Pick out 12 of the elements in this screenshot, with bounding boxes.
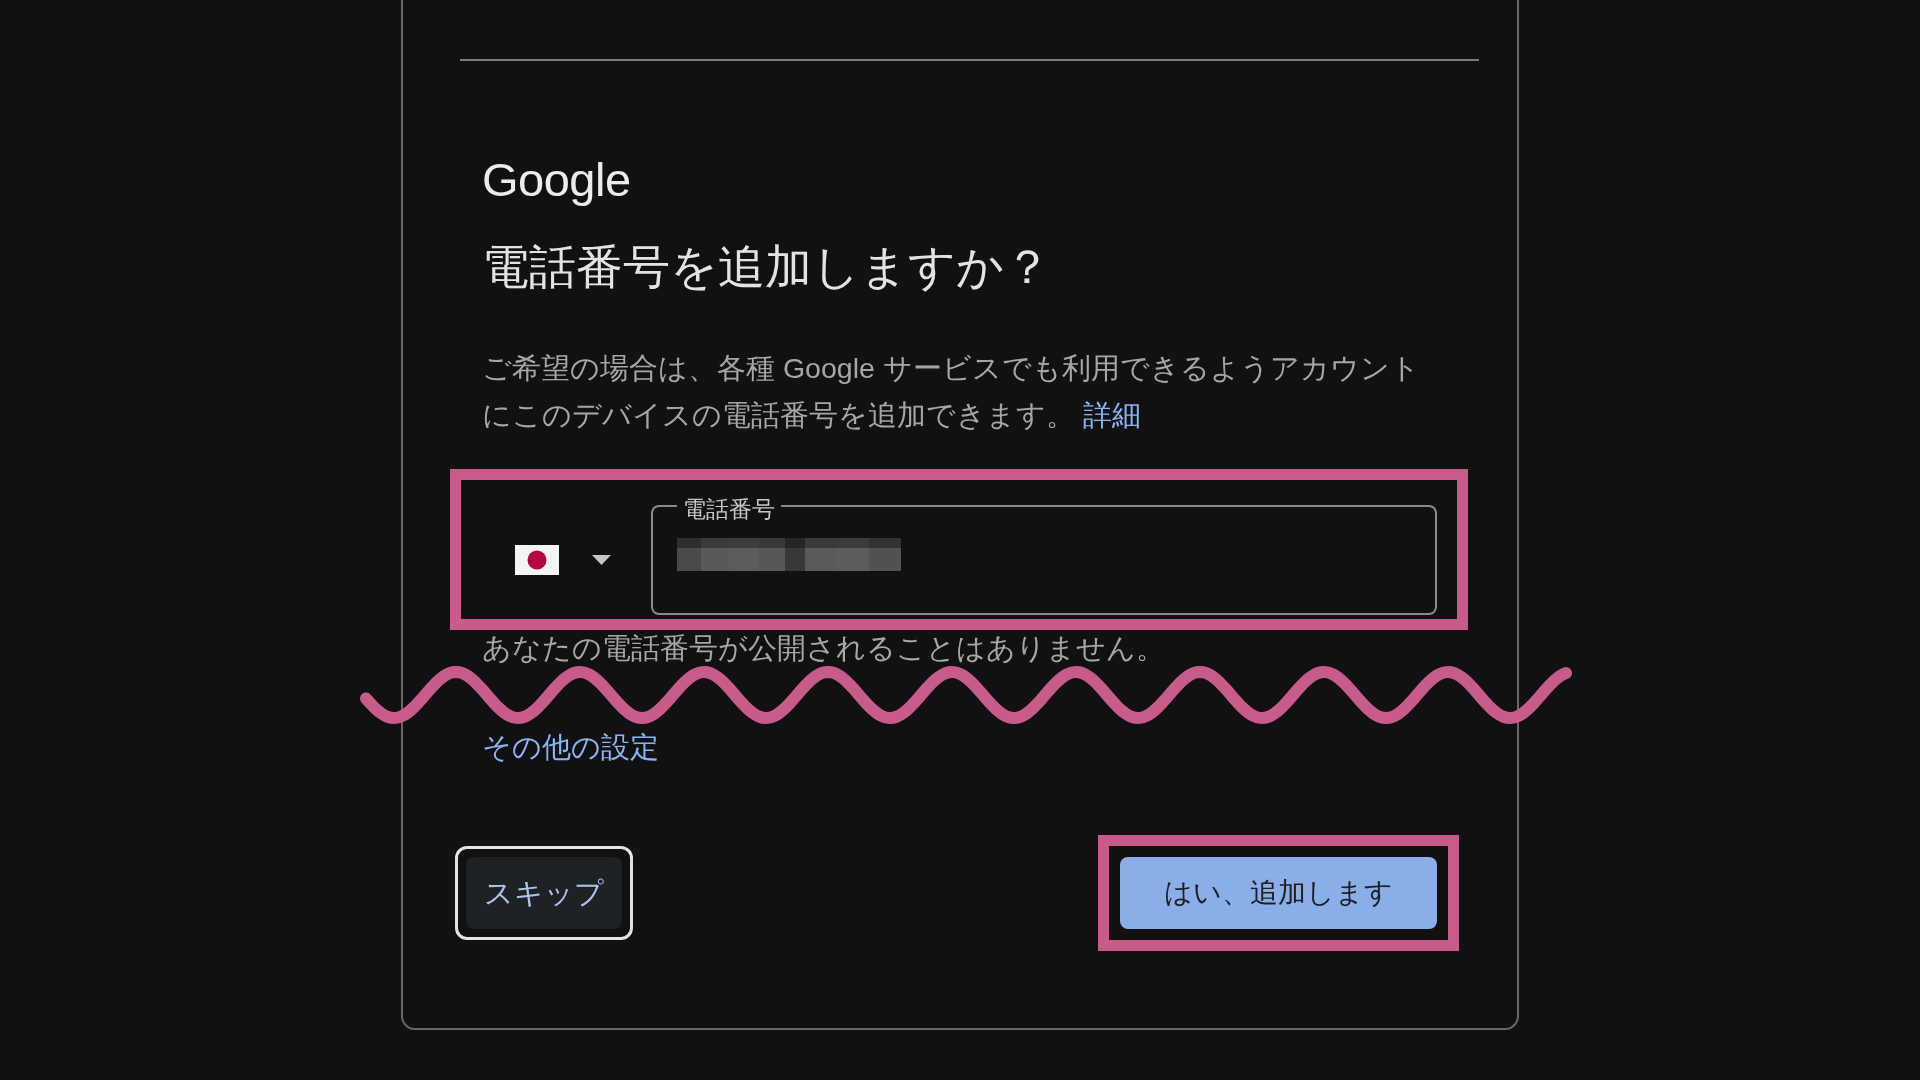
field-label: 電話番号 — [677, 495, 781, 523]
flag-icon — [515, 545, 559, 575]
more-settings-link[interactable]: その他の設定 — [482, 729, 659, 765]
country-select[interactable] — [515, 545, 611, 575]
learn-more-link[interactable]: 詳細 — [1082, 399, 1141, 431]
logo-wordmark: Google — [482, 152, 631, 208]
privacy-hint-text: あなたの電話番号が公開されることはありません。 — [482, 631, 1166, 666]
add-button[interactable]: はい、追加します — [1120, 857, 1437, 929]
dialog-title: 電話番号を追加しますか？ — [482, 239, 1052, 295]
skip-button[interactable]: スキップ — [466, 857, 622, 929]
caret-icon — [592, 555, 611, 565]
description-text: ご希望の場合は、各種 Google サービスでも利用できるようアカウントにこのデバイスの電話番号を追加できます。 詳細 — [482, 351, 1421, 433]
